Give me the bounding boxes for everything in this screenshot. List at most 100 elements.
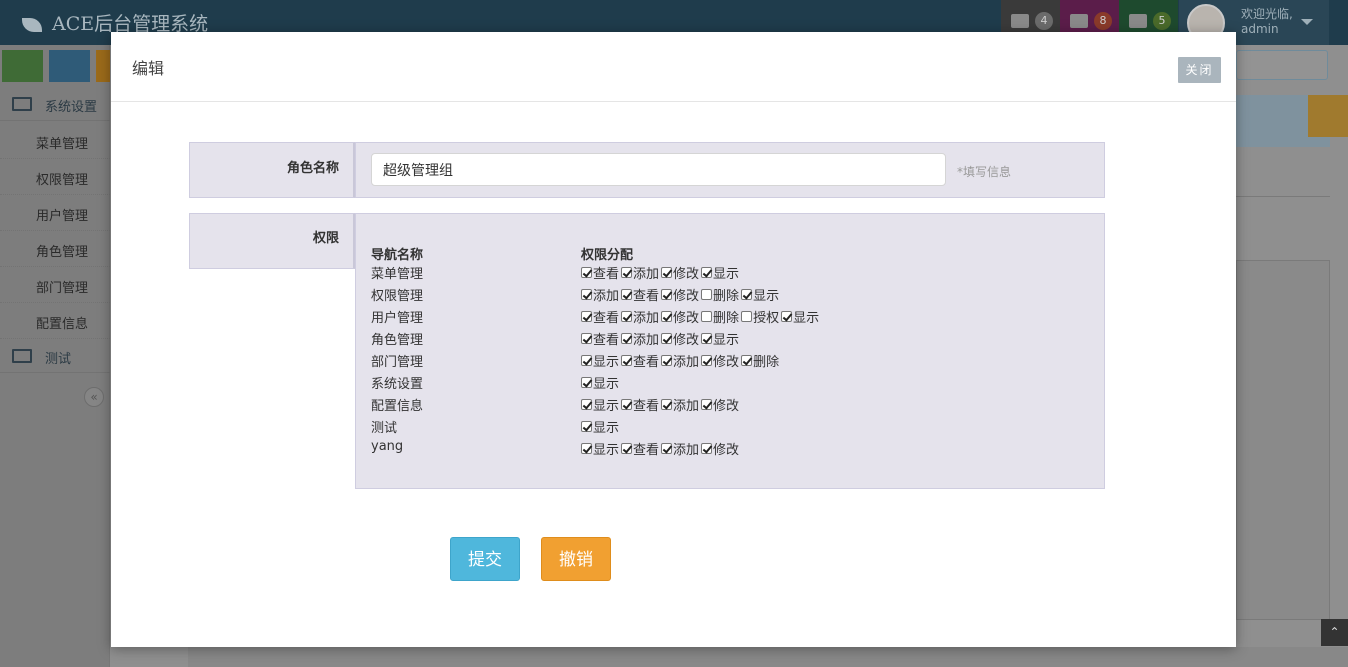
pencil-shortcut-button[interactable] (49, 50, 90, 82)
checkbox-unchecked[interactable] (701, 289, 713, 300)
signal-shortcut-button[interactable] (2, 50, 43, 82)
perm-option[interactable]: 授权 (741, 307, 779, 326)
perm-option[interactable]: 显示 (581, 351, 619, 370)
role-name-input[interactable]: 超级管理组 (371, 153, 946, 186)
perm-option[interactable]: 显示 (581, 373, 619, 392)
checkbox-checked[interactable] (701, 443, 713, 454)
perm-option[interactable]: 修改 (661, 307, 699, 326)
checkbox-checked[interactable] (661, 443, 673, 454)
sidebar-item[interactable]: 配置信息 (0, 303, 110, 339)
perm-option[interactable]: 删除 (701, 307, 739, 326)
checkbox-checked[interactable] (581, 399, 592, 410)
perm-option[interactable]: 查看 (581, 307, 619, 326)
perm-option[interactable]: 修改 (701, 351, 739, 370)
sidebar-item[interactable]: 权限管理 (0, 159, 110, 195)
checkbox-checked[interactable] (581, 289, 592, 300)
perm-option-label: 修改 (713, 355, 740, 370)
cancel-button[interactable]: 撤销 (541, 537, 611, 581)
perm-option-label: 添加 (673, 443, 700, 458)
perm-nav-name: 权限管理 (371, 289, 424, 304)
checkbox-unchecked[interactable] (701, 311, 713, 322)
sidebar-collapse-button[interactable]: « (84, 387, 104, 407)
sidebar-item[interactable]: 用户管理 (0, 195, 110, 231)
checkbox-checked[interactable] (741, 355, 753, 366)
perm-option-label: 删除 (713, 311, 740, 326)
perm-checkbox-group: 显示 查看 添加 修改 (581, 439, 741, 458)
gear-icon[interactable] (1308, 95, 1348, 137)
perm-option[interactable]: 删除 (741, 351, 779, 370)
checkbox-checked[interactable] (701, 333, 713, 344)
desktop-icon (12, 97, 32, 111)
perm-option[interactable]: 显示 (701, 263, 739, 282)
submit-button[interactable]: 提交 (450, 537, 520, 581)
perm-option[interactable]: 修改 (701, 395, 739, 414)
perm-option[interactable]: 显示 (581, 439, 619, 458)
sidebar-item-label: 部门管理 (36, 281, 89, 296)
checkbox-checked[interactable] (661, 289, 673, 300)
perm-option[interactable]: 查看 (621, 395, 659, 414)
role-name-hint: *填写信息 (957, 165, 1012, 179)
close-button[interactable]: 关闭 (1178, 57, 1221, 83)
perm-option[interactable]: 显示 (581, 417, 619, 436)
checkbox-checked[interactable] (621, 289, 633, 300)
checkbox-checked[interactable] (741, 289, 753, 300)
checkbox-checked[interactable] (621, 333, 633, 344)
perm-option[interactable]: 显示 (781, 307, 819, 326)
checkbox-checked[interactable] (581, 355, 592, 366)
checkbox-checked[interactable] (581, 267, 592, 278)
checkbox-checked[interactable] (701, 399, 713, 410)
perm-option[interactable]: 显示 (741, 285, 779, 304)
checkbox-checked[interactable] (581, 377, 592, 388)
perm-option[interactable]: 添加 (621, 329, 659, 348)
checkbox-checked[interactable] (661, 311, 673, 322)
checkbox-checked[interactable] (661, 399, 673, 410)
notification-count: 4 (1035, 12, 1053, 30)
perm-option[interactable]: 添加 (621, 307, 659, 326)
perm-nav-name: 系统设置 (371, 377, 424, 392)
perm-option[interactable]: 查看 (581, 329, 619, 348)
perm-option[interactable]: 查看 (581, 263, 619, 282)
checkbox-unchecked[interactable] (741, 311, 753, 322)
sidebar-section-0[interactable]: 系统设置 (0, 87, 110, 121)
sidebar-item[interactable]: 部门管理 (0, 267, 110, 303)
perm-option[interactable]: 修改 (701, 439, 739, 458)
perm-option[interactable]: 添加 (661, 439, 699, 458)
checkbox-checked[interactable] (621, 399, 633, 410)
perm-option[interactable]: 查看 (621, 351, 659, 370)
checkbox-checked[interactable] (581, 311, 592, 322)
checkbox-checked[interactable] (621, 355, 633, 366)
perm-option[interactable]: 添加 (621, 263, 659, 282)
perm-option[interactable]: 修改 (661, 285, 699, 304)
checkbox-checked[interactable] (581, 333, 592, 344)
checkbox-checked[interactable] (781, 311, 793, 322)
perm-option[interactable]: 删除 (701, 285, 739, 304)
sidebar-item[interactable]: 角色管理 (0, 231, 110, 267)
checkbox-checked[interactable] (661, 333, 673, 344)
perm-option[interactable]: 修改 (661, 329, 699, 348)
checkbox-checked[interactable] (701, 267, 713, 278)
bell-icon (1070, 14, 1088, 28)
perm-option[interactable]: 添加 (661, 395, 699, 414)
checkbox-checked[interactable] (621, 311, 633, 322)
perm-option[interactable]: 添加 (661, 351, 699, 370)
sidebar-item[interactable]: 菜单管理 (0, 123, 110, 159)
perm-option[interactable]: 查看 (621, 285, 659, 304)
perm-option[interactable]: 显示 (581, 395, 619, 414)
checkbox-checked[interactable] (621, 443, 633, 454)
checkbox-checked[interactable] (661, 355, 673, 366)
perm-option[interactable]: 显示 (701, 329, 739, 348)
perm-option[interactable]: 查看 (621, 439, 659, 458)
perm-option[interactable]: 修改 (661, 263, 699, 282)
search-input-bg (1236, 50, 1328, 80)
checkbox-checked[interactable] (621, 267, 633, 278)
users-shortcut-button[interactable] (96, 50, 110, 82)
perm-checkbox-group: 查看 添加 修改 显示 (581, 329, 741, 348)
checkbox-checked[interactable] (581, 421, 592, 432)
checkbox-checked[interactable] (701, 355, 713, 366)
scroll-top-button[interactable]: ⌃ (1321, 619, 1348, 646)
checkbox-checked[interactable] (661, 267, 673, 278)
perm-option-label: 查看 (633, 399, 660, 414)
perm-option[interactable]: 添加 (581, 285, 619, 304)
sidebar-section-1[interactable]: 测试 (0, 339, 110, 373)
checkbox-checked[interactable] (581, 443, 592, 454)
